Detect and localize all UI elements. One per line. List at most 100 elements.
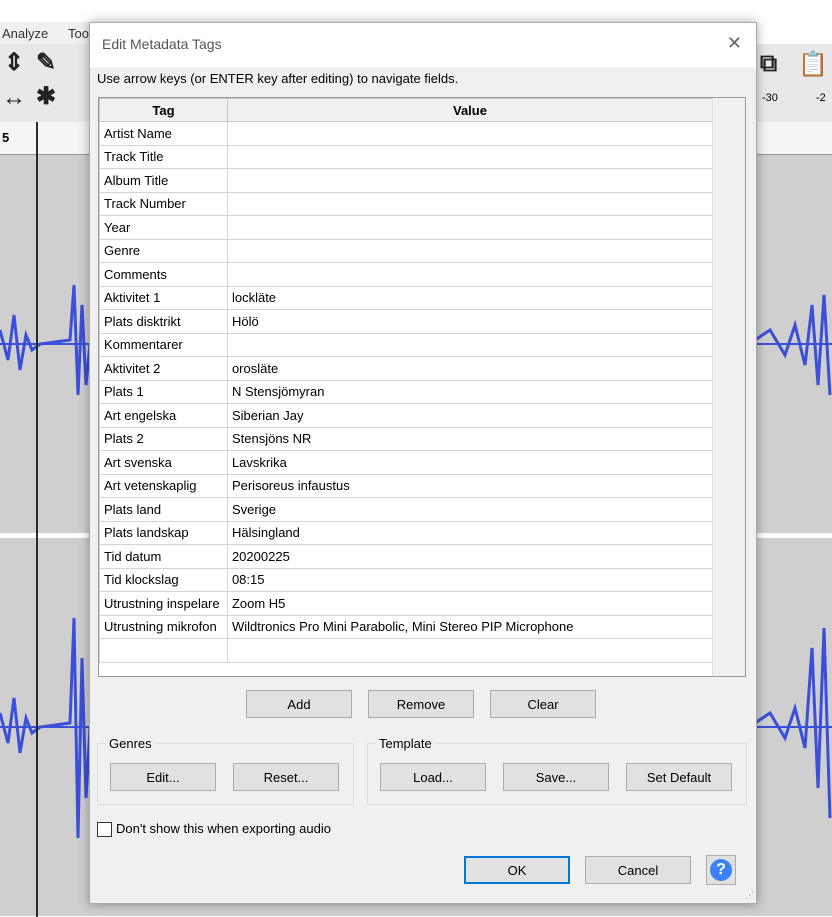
table-row[interactable]: Album Title [99, 168, 714, 193]
template-set-default-button[interactable]: Set Default [626, 763, 732, 791]
value-cell[interactable] [226, 191, 714, 216]
table-row[interactable]: Art vetenskaplig Perisoreus infaustus [99, 473, 714, 498]
tag-cell[interactable]: Art vetenskaplig [99, 473, 228, 498]
tag-cell[interactable]: Kommentarer [99, 332, 228, 357]
tag-cell[interactable]: Comments [99, 262, 228, 287]
draw-tool-icon[interactable]: ✎ [36, 48, 56, 77]
tag-cell[interactable]: Album Title [99, 168, 228, 193]
tag-cell[interactable]: Plats land [99, 497, 228, 522]
tag-cell[interactable]: Track Title [99, 144, 228, 169]
metadata-grid: Tag Value Artist Name Track Title Album Ti… [98, 97, 746, 677]
table-row[interactable]: Comments [99, 262, 714, 287]
value-cell[interactable]: lockläte [226, 285, 714, 310]
tag-cell[interactable]: Plats disktrikt [99, 309, 228, 334]
table-row[interactable]: Artist Name [99, 121, 714, 146]
template-save-button[interactable]: Save... [503, 763, 609, 791]
zoom-tool-icon[interactable]: ⇕ [4, 48, 24, 77]
tag-cell[interactable]: Plats 1 [99, 379, 228, 404]
table-row[interactable]: Tid klockslag 08:15 [99, 567, 714, 592]
tag-cell[interactable]: Aktivitet 2 [99, 356, 228, 381]
dont-show-checkbox[interactable] [97, 822, 112, 837]
value-cell[interactable] [226, 215, 714, 240]
resize-grip-icon[interactable]: ⋰ [745, 890, 754, 901]
table-row[interactable]: Kommentarer [99, 332, 714, 357]
value-cell[interactable] [226, 638, 714, 663]
column-header-tag[interactable]: Tag [99, 98, 228, 122]
ok-button[interactable]: OK [464, 856, 570, 884]
table-row[interactable]: Plats disktrikt Hölö [99, 309, 714, 334]
value-cell[interactable]: Hölö [226, 309, 714, 334]
table-row[interactable]: Plats land Sverige [99, 497, 714, 522]
tag-cell[interactable]: Track Number [99, 191, 228, 216]
value-cell[interactable]: N Stensjömyran [226, 379, 714, 404]
timeshift-tool-icon[interactable]: ↔ [2, 84, 26, 112]
dialog-titlebar[interactable]: Edit Metadata Tags ✕ [90, 23, 756, 67]
value-cell[interactable] [226, 121, 714, 146]
value-cell[interactable]: Lavskrika [226, 450, 714, 475]
value-cell[interactable]: Zoom H5 [226, 591, 714, 616]
value-cell[interactable]: Hälsingland [226, 520, 714, 545]
menu-tools[interactable]: Too [68, 26, 89, 41]
value-cell[interactable] [226, 262, 714, 287]
value-cell[interactable]: Perisoreus infaustus [226, 473, 714, 498]
table-row[interactable] [99, 638, 714, 663]
tag-cell[interactable]: Tid datum [99, 544, 228, 569]
value-cell[interactable] [226, 168, 714, 193]
value-cell[interactable]: orosläte [226, 356, 714, 381]
copy-icon[interactable]: ⧉ [760, 50, 777, 78]
genres-edit-button[interactable]: Edit... [110, 763, 216, 791]
table-row[interactable]: Utrustning inspelare Zoom H5 [99, 591, 714, 616]
tag-cell[interactable]: Year [99, 215, 228, 240]
table-row[interactable]: Genre [99, 238, 714, 263]
dont-show-label[interactable]: Don't show this when exporting audio [116, 821, 331, 836]
tag-cell[interactable]: Art engelska [99, 403, 228, 428]
column-header-value[interactable]: Value [226, 98, 714, 122]
tag-cell[interactable]: Plats landskap [99, 520, 228, 545]
table-row[interactable]: Year [99, 215, 714, 240]
table-row[interactable]: Tid datum 20200225 [99, 544, 714, 569]
template-label: Template [376, 736, 435, 751]
value-cell[interactable] [226, 332, 714, 357]
table-row[interactable]: Art svenska Lavskrika [99, 450, 714, 475]
value-cell[interactable]: 20200225 [226, 544, 714, 569]
genres-reset-button[interactable]: Reset... [233, 763, 339, 791]
add-button[interactable]: Add [246, 690, 352, 718]
table-row[interactable]: Track Title [99, 144, 714, 169]
table-row[interactable]: Plats 2 Stensjöns NR [99, 426, 714, 451]
tag-cell[interactable]: Tid klockslag [99, 567, 228, 592]
value-cell[interactable] [226, 238, 714, 263]
clear-button[interactable]: Clear [490, 690, 596, 718]
value-cell[interactable]: Stensjöns NR [226, 426, 714, 451]
multi-tool-icon[interactable]: ✱ [36, 82, 56, 111]
paste-icon[interactable]: 📋 [798, 50, 828, 79]
vertical-scrollbar[interactable] [712, 98, 745, 676]
tag-cell[interactable]: Art svenska [99, 450, 228, 475]
table-row[interactable]: Art engelska Siberian Jay [99, 403, 714, 428]
tag-cell[interactable]: Utrustning inspelare [99, 591, 228, 616]
tag-cell[interactable]: Genre [99, 238, 228, 263]
table-row[interactable]: Aktivitet 1 lockläte [99, 285, 714, 310]
menu-analyze[interactable]: Analyze [2, 26, 48, 41]
table-row[interactable]: Utrustning mikrofon Wildtronics Pro Mini … [99, 614, 714, 639]
template-load-button[interactable]: Load... [380, 763, 486, 791]
close-icon[interactable]: ✕ [727, 33, 742, 54]
value-cell[interactable]: Wildtronics Pro Mini Parabolic, Mini Ste… [226, 614, 714, 639]
table-row[interactable]: Aktivitet 2 orosläte [99, 356, 714, 381]
ruler-label: 5 [2, 130, 10, 145]
value-cell[interactable]: 08:15 [226, 567, 714, 592]
metadata-table: Tag Value Artist Name Track Title Album Ti… [99, 98, 714, 663]
tag-cell[interactable]: Plats 2 [99, 426, 228, 451]
remove-button[interactable]: Remove [368, 690, 474, 718]
value-cell[interactable] [226, 144, 714, 169]
value-cell[interactable]: Siberian Jay [226, 403, 714, 428]
table-row[interactable]: Plats 1N Stensjömyran [99, 379, 714, 404]
tag-cell[interactable]: Utrustning mikrofon [99, 614, 228, 639]
tag-cell[interactable] [99, 638, 228, 663]
table-row[interactable]: Plats landskap Hälsingland [99, 520, 714, 545]
cancel-button[interactable]: Cancel [585, 856, 691, 884]
tag-cell[interactable]: Aktivitet 1 [99, 285, 228, 310]
help-button[interactable]: ? [706, 855, 736, 885]
table-row[interactable]: Track Number [99, 191, 714, 216]
value-cell[interactable]: Sverige [226, 497, 714, 522]
tag-cell[interactable]: Artist Name [99, 121, 228, 146]
